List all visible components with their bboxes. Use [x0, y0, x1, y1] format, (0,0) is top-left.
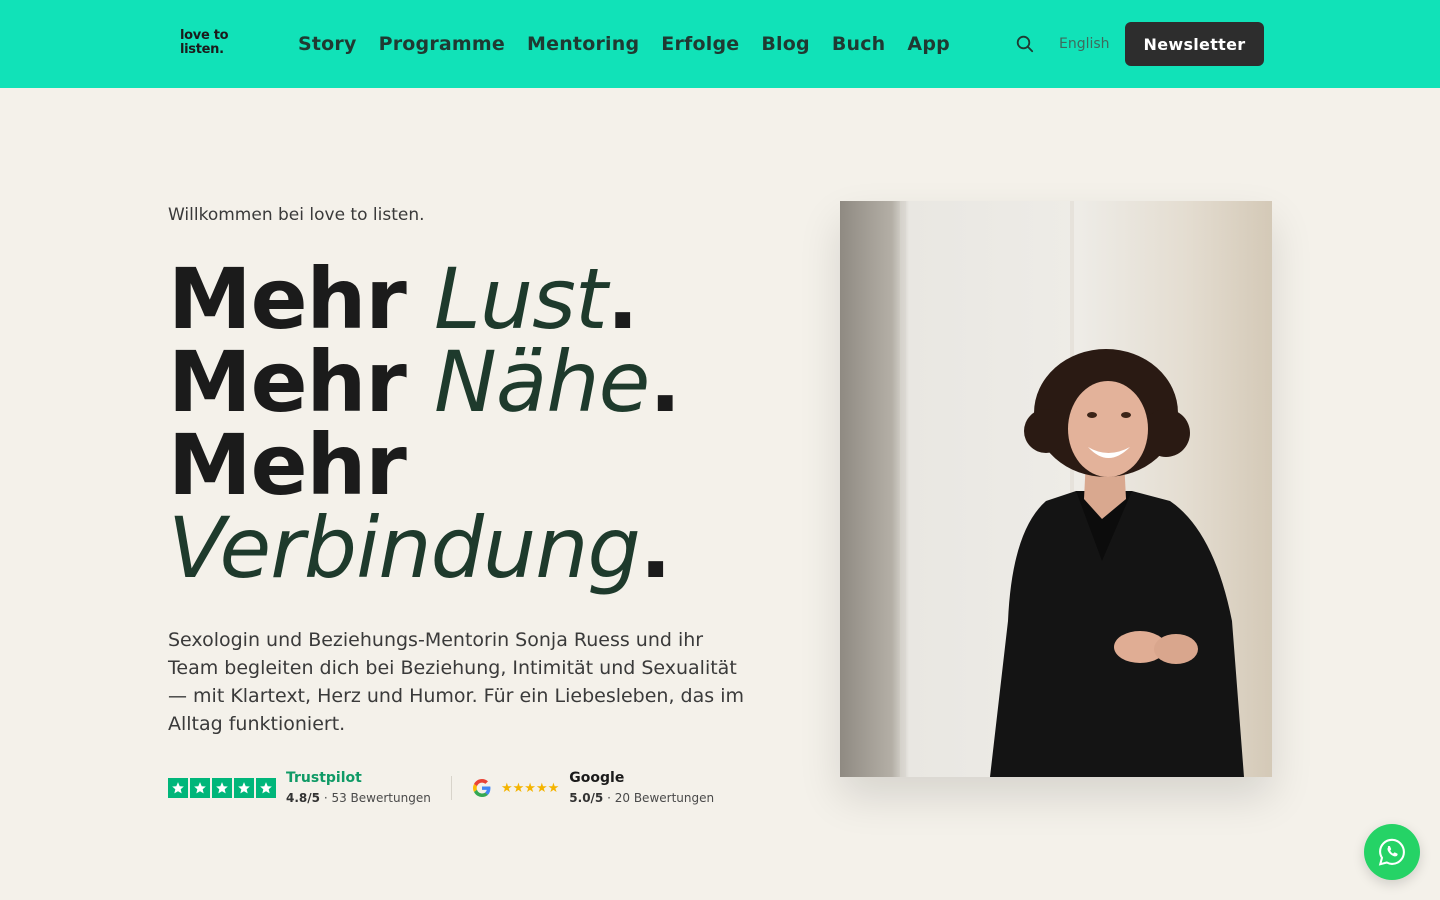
star-icon: [190, 778, 210, 798]
headline-line-2: Mehr Nähe.: [168, 340, 788, 424]
trustpilot-reviews: · 53 Bewertungen: [323, 791, 431, 805]
trustpilot-summary: 4.8/5 · 53 Bewertungen: [286, 791, 431, 805]
trustpilot-score: 4.8/5: [286, 791, 320, 805]
headline-line-3: Mehr: [168, 423, 788, 507]
site-header: love to listen. Story Programme Mentorin…: [0, 0, 1440, 88]
nav-blog[interactable]: Blog: [761, 30, 809, 58]
headline-italic: Nähe: [434, 333, 650, 431]
headline-italic: Verbindung: [168, 499, 641, 597]
search-icon: [1016, 35, 1034, 53]
main-nav: Story Programme Mentoring Erfolge Blog B…: [298, 30, 972, 58]
hero-headline: Mehr Lust. Mehr Nähe. Mehr Verbindung.: [168, 257, 788, 590]
star-icon: [234, 778, 254, 798]
google-reviews: · 20 Bewertungen: [607, 791, 715, 805]
google-icon: [473, 779, 491, 797]
google-summary: 5.0/5 · 20 Bewertungen: [569, 791, 714, 805]
nav-erfolge[interactable]: Erfolge: [661, 30, 739, 58]
portrait-illustration: [840, 201, 1272, 777]
nav-app[interactable]: App: [907, 30, 950, 58]
headline-line-4: Verbindung.: [168, 506, 788, 590]
headline-line-1: Mehr Lust.: [168, 257, 788, 341]
star-icon: [212, 778, 232, 798]
google-text: Google 5.0/5 · 20 Bewertungen: [569, 769, 714, 807]
google-rating[interactable]: ★★★★★ Google 5.0/5 · 20 Bewertungen: [473, 770, 714, 806]
nav-mentoring[interactable]: Mentoring: [527, 30, 639, 58]
google-stars: ★★★★★: [501, 780, 560, 796]
hero-eyebrow: Willkommen bei love to listen.: [168, 205, 425, 225]
newsletter-button[interactable]: Newsletter: [1125, 22, 1264, 66]
trustpilot-stars: [168, 778, 276, 798]
portrait-photo: [840, 201, 1272, 777]
language-link[interactable]: English: [1059, 35, 1110, 53]
search-button[interactable]: [1014, 33, 1036, 55]
headline-period: .: [639, 499, 672, 597]
nav-story[interactable]: Story: [298, 30, 357, 58]
whatsapp-button[interactable]: [1364, 824, 1420, 880]
trustpilot-name: Trustpilot: [286, 770, 362, 786]
star-icon: [168, 778, 188, 798]
logo-line-2: listen.: [180, 42, 224, 57]
headline-period: .: [649, 333, 681, 431]
hero-lead: Sexologin und Beziehungs-Mentorin Sonja …: [168, 629, 744, 735]
nav-programme[interactable]: Programme: [379, 30, 505, 58]
trustpilot-text: Trustpilot 4.8/5 · 53 Bewertungen: [286, 769, 431, 807]
nav-buch[interactable]: Buch: [832, 30, 886, 58]
rating-divider: [451, 776, 452, 800]
whatsapp-icon: [1378, 838, 1405, 866]
trustpilot-rating[interactable]: Trustpilot 4.8/5 · 53 Bewertungen: [168, 770, 431, 806]
logo[interactable]: love to listen.: [180, 28, 229, 57]
logo-line-1: love to: [180, 28, 229, 43]
google-name: Google: [569, 770, 625, 786]
star-icon: [256, 778, 276, 798]
google-score: 5.0/5: [569, 791, 604, 805]
